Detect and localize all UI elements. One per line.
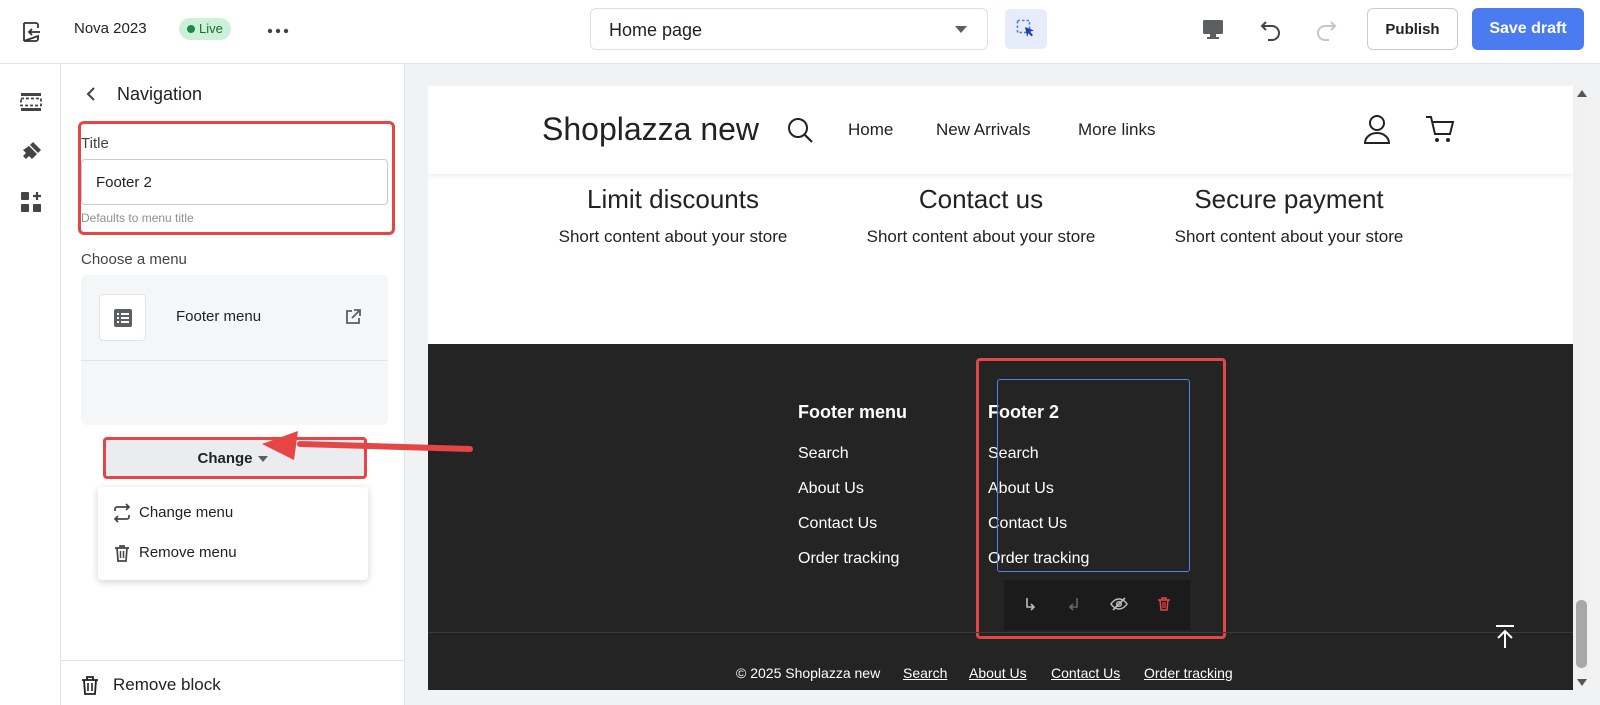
left-rail <box>0 64 61 705</box>
choose-menu-label: Choose a menu <box>81 251 187 268</box>
nav-link-home[interactable]: Home <box>848 120 893 140</box>
annotation-arrow-icon <box>258 430 473 470</box>
settings-panel: Navigation Title Defaults to menu title … <box>61 64 405 705</box>
search-icon[interactable] <box>786 116 814 144</box>
redo-icon[interactable] <box>1313 16 1339 42</box>
external-link-icon[interactable] <box>344 308 362 326</box>
bottom-link[interactable]: Order tracking <box>1144 665 1233 681</box>
exit-icon[interactable] <box>18 18 46 46</box>
footer-column-heading: Footer menu <box>798 402 908 422</box>
undo-icon[interactable] <box>1258 16 1284 42</box>
live-badge: Live <box>179 18 231 40</box>
feature-text: Short content about your store <box>866 227 1096 246</box>
feature-title: Secure payment <box>1194 184 1384 214</box>
trash-icon <box>82 676 98 695</box>
feature-text: Short content about your store <box>1174 227 1404 246</box>
annotation-highlight-footer <box>976 358 1226 639</box>
remove-block-label: Remove block <box>113 675 221 694</box>
bottom-link[interactable]: About Us <box>969 665 1027 681</box>
change-dropdown: Change menu Remove menu <box>98 487 368 580</box>
page-selector[interactable]: Home page <box>590 8 988 50</box>
nav-link-more-links[interactable]: More links <box>1078 120 1155 140</box>
nav-link-new-arrivals[interactable]: New Arrivals <box>936 120 1030 140</box>
feature-column: Contact us Short content about your stor… <box>836 184 1126 247</box>
scroll-up-arrow-icon[interactable] <box>1577 90 1587 97</box>
store-preview: Shoplazza new Home New Arrivals More lin… <box>428 86 1573 690</box>
select-element-button[interactable] <box>1005 9 1047 49</box>
store-name: Nova 2023 <box>74 20 147 37</box>
save-draft-button[interactable]: Save draft <box>1472 8 1584 50</box>
preview-footer: Footer menu Search About Us Contact Us O… <box>428 344 1573 690</box>
feature-title: Limit discounts <box>587 184 759 214</box>
change-button-label: Change <box>197 449 253 467</box>
footer-link[interactable]: About Us <box>798 480 907 498</box>
feature-title: Contact us <box>918 184 1044 214</box>
annotation-highlight-title <box>78 121 395 235</box>
apps-icon[interactable] <box>19 190 43 214</box>
remove-block-button[interactable]: Remove block <box>61 660 405 705</box>
preview-header: Shoplazza new Home New Arrivals More lin… <box>428 86 1573 174</box>
sections-icon[interactable] <box>19 90 43 114</box>
chevron-down-icon <box>955 26 967 33</box>
menu-list-icon <box>99 294 146 341</box>
footer-link[interactable]: Contact Us <box>798 515 907 533</box>
selected-menu-name: Footer menu <box>176 308 262 325</box>
theme-settings-icon[interactable] <box>19 140 43 164</box>
feature-column: Limit discounts Short content about your… <box>528 184 818 247</box>
footer-column-footer-menu: Footer menu Search About Us Contact Us O… <box>798 402 907 568</box>
menu-card: Footer menu <box>81 275 388 425</box>
feature-column: Secure payment Short content about your … <box>1144 184 1434 247</box>
footer-link[interactable]: Order tracking <box>798 550 907 568</box>
scroll-down-arrow-icon[interactable] <box>1577 679 1587 686</box>
preview-scrollbar[interactable] <box>1573 86 1590 690</box>
page-selector-label: Home page <box>609 20 703 40</box>
account-icon[interactable] <box>1363 114 1391 144</box>
cart-icon[interactable] <box>1425 114 1455 144</box>
bottom-link[interactable]: Contact Us <box>1051 665 1120 681</box>
back-to-top-icon[interactable] <box>1493 624 1517 650</box>
publish-button[interactable]: Publish <box>1367 8 1458 50</box>
dropdown-item-remove-menu[interactable]: Remove menu <box>98 533 368 573</box>
dropdown-item-label: Change menu <box>139 504 234 521</box>
bottom-link[interactable]: Search <box>903 665 947 681</box>
dropdown-item-label: Remove menu <box>139 544 237 561</box>
feature-text: Short content about your store <box>558 227 788 246</box>
copyright-text: © 2025 Shoplazza new <box>736 665 881 681</box>
scrollbar-thumb[interactable] <box>1576 600 1587 668</box>
panel-title: Navigation <box>117 84 203 104</box>
back-icon[interactable] <box>82 84 102 104</box>
dropdown-item-change-menu[interactable]: Change menu <box>98 493 368 533</box>
top-bar: Nova 2023 Live Home page Publish Save dr… <box>0 0 1600 64</box>
cursor-select-icon <box>1016 19 1034 38</box>
footer-divider <box>428 632 1573 633</box>
refresh-icon <box>113 503 131 523</box>
more-icon[interactable] <box>265 18 291 44</box>
desktop-icon[interactable] <box>1200 16 1226 42</box>
store-logo-text[interactable]: Shoplazza new <box>542 111 759 148</box>
trash-icon <box>115 545 129 562</box>
footer-link[interactable]: Search <box>798 445 907 463</box>
